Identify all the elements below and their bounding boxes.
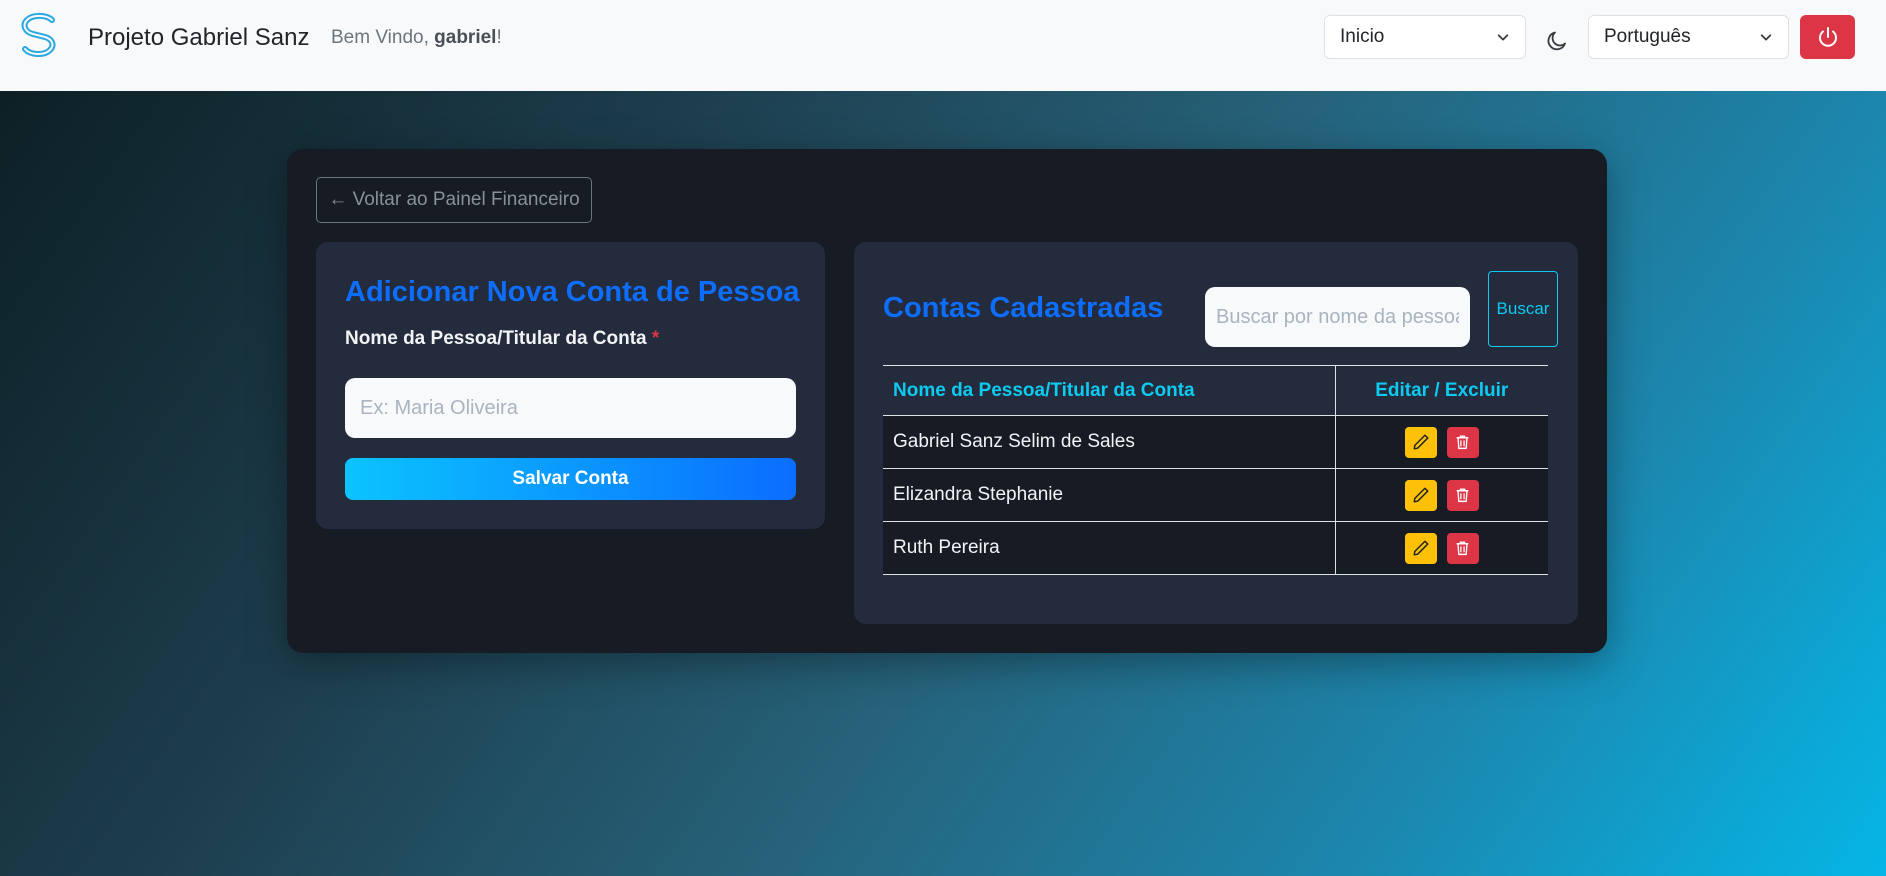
- logout-button[interactable]: [1800, 15, 1855, 59]
- add-account-title: Adicionar Nova Conta de Pessoa: [345, 276, 800, 308]
- accounts-table: Nome da Pessoa/Titular da Conta Editar /…: [883, 365, 1548, 575]
- trash-icon: [1456, 541, 1469, 556]
- account-name-cell: Elizandra Stephanie: [883, 468, 1336, 522]
- required-mark: *: [651, 328, 660, 349]
- language-select[interactable]: Português: [1588, 15, 1789, 59]
- edit-button[interactable]: [1404, 426, 1437, 458]
- pencil-icon: [1413, 540, 1429, 556]
- navbar: Projeto Gabriel Sanz Bem Vindo, gabriel!…: [0, 0, 1886, 91]
- search-button[interactable]: Buscar: [1488, 271, 1558, 347]
- pencil-icon: [1413, 434, 1429, 450]
- table-row: Ruth Pereira: [883, 521, 1548, 575]
- delete-button[interactable]: [1446, 479, 1479, 511]
- page-select[interactable]: Inicio: [1324, 15, 1526, 59]
- accounts-title: Contas Cadastradas: [883, 292, 1164, 324]
- trash-icon: [1456, 435, 1469, 450]
- back-to-dashboard-button[interactable]: ← Voltar ao Painel Financeiro: [316, 177, 592, 223]
- add-account-panel: Adicionar Nova Conta de Pessoa Nome da P…: [316, 242, 825, 529]
- table-row: Gabriel Sanz Selim de Sales: [883, 415, 1548, 469]
- welcome-text: Bem Vindo, gabriel!: [331, 27, 502, 49]
- search-input[interactable]: [1205, 287, 1470, 347]
- welcome-prefix: Bem Vindo,: [331, 27, 435, 48]
- actions-cell: [1335, 468, 1548, 522]
- account-name-cell: Ruth Pereira: [883, 521, 1336, 575]
- actions-cell: [1335, 521, 1548, 575]
- column-header-name: Nome da Pessoa/Titular da Conta: [883, 365, 1336, 416]
- delete-button[interactable]: [1446, 426, 1479, 458]
- pencil-icon: [1413, 487, 1429, 503]
- moon-icon[interactable]: [1545, 29, 1569, 53]
- language-select-value: Português: [1604, 26, 1691, 47]
- account-name-label-text: Nome da Pessoa/Titular da Conta: [345, 328, 647, 349]
- chevron-down-icon: [1497, 34, 1509, 41]
- trash-icon: [1456, 488, 1469, 503]
- edit-button[interactable]: [1404, 532, 1437, 564]
- logo-icon[interactable]: [19, 12, 59, 58]
- power-icon: [1818, 27, 1837, 47]
- delete-button[interactable]: [1446, 532, 1479, 564]
- page-select-value: Inicio: [1340, 26, 1385, 47]
- chevron-down-icon: [1760, 34, 1772, 41]
- account-name-input[interactable]: [345, 378, 796, 438]
- username: gabriel: [434, 27, 497, 48]
- brand-title[interactable]: Projeto Gabriel Sanz: [88, 24, 309, 52]
- account-name-label: Nome da Pessoa/Titular da Conta *: [345, 328, 659, 350]
- edit-button[interactable]: [1404, 479, 1437, 511]
- table-header-row: Nome da Pessoa/Titular da Conta Editar /…: [883, 365, 1548, 416]
- main-card: ← Voltar ao Painel Financeiro Adicionar …: [287, 149, 1607, 653]
- table-row: Elizandra Stephanie: [883, 468, 1548, 522]
- actions-cell: [1335, 415, 1548, 469]
- column-header-actions: Editar / Excluir: [1335, 365, 1548, 416]
- welcome-suffix: !: [496, 27, 502, 48]
- account-name-cell: Gabriel Sanz Selim de Sales: [883, 415, 1336, 469]
- save-account-button[interactable]: Salvar Conta: [345, 458, 796, 500]
- accounts-panel: Contas Cadastradas Buscar Nome da Pessoa…: [854, 242, 1578, 624]
